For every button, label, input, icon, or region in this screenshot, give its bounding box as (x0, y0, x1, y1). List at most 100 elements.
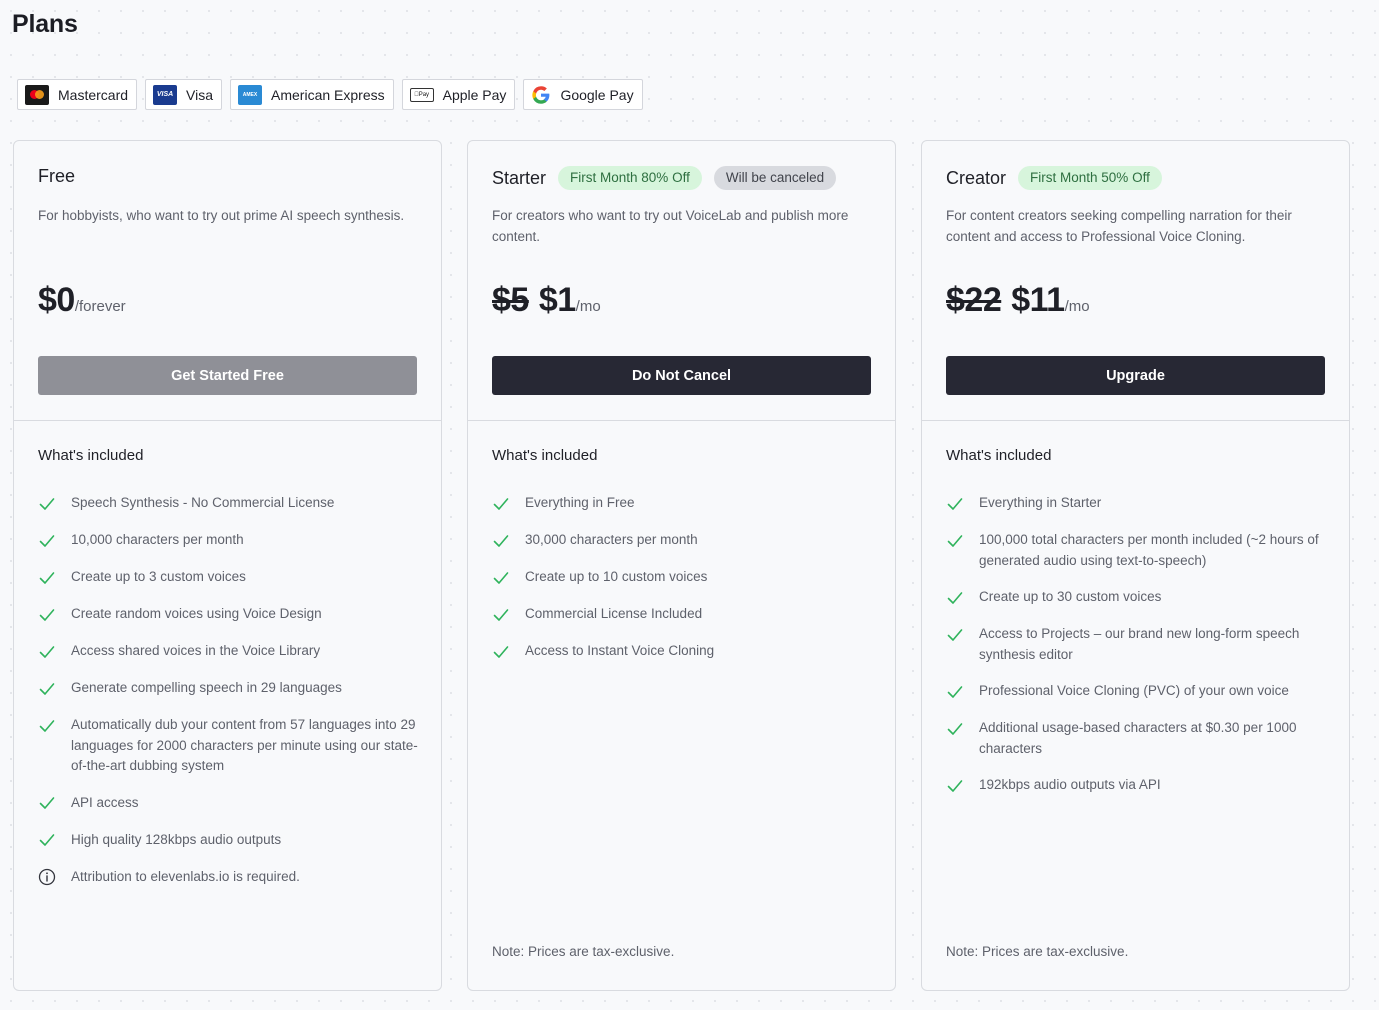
feature-item: High quality 128kbps audio outputs (38, 830, 423, 851)
feature-list: Speech Synthesis - No Commercial License… (38, 493, 423, 904)
feature-text: Create up to 3 custom voices (71, 569, 246, 584)
plan-card-free: Free For hobbyists, who want to try out … (13, 140, 442, 991)
feature-text: Create up to 30 custom voices (979, 589, 1162, 604)
price-current: $11 (1011, 281, 1065, 319)
check-icon (38, 678, 56, 699)
payment-label: Mastercard (58, 86, 129, 103)
feature-item: Generate compelling speech in 29 languag… (38, 678, 423, 699)
feature-item: Speech Synthesis - No Commercial License (38, 493, 423, 514)
feature-item: Attribution to elevenlabs.io is required… (38, 867, 423, 888)
check-icon (38, 830, 56, 851)
payment-apple-pay: Pay Apple Pay (401, 79, 516, 110)
plan-name: Starter (492, 167, 547, 188)
plan-price: $5 $1 /mo (492, 281, 601, 320)
price-current: $0 (38, 281, 75, 319)
feature-item: Everything in Free (492, 493, 877, 514)
feature-item: 192kbps audio outputs via API (946, 775, 1331, 796)
feature-text: Generate compelling speech in 29 languag… (71, 680, 342, 695)
feature-list: Everything in Starter 100,000 total chara… (946, 493, 1331, 812)
page-title: Plans (12, 10, 78, 38)
payment-label: Apple Pay (442, 86, 507, 103)
visa-icon: VISA (153, 84, 178, 105)
check-icon (38, 641, 56, 662)
upgrade-button[interactable]: Upgrade (946, 356, 1325, 395)
feature-item: Access shared voices in the Voice Librar… (38, 641, 423, 662)
check-icon (946, 681, 964, 702)
feature-text: Additional usage-based characters at $0.… (979, 720, 1297, 756)
feature-text: Create up to 10 custom voices (525, 569, 708, 584)
check-icon (38, 715, 56, 736)
feature-item: 10,000 characters per month (38, 530, 423, 551)
feature-text: Access shared voices in the Voice Librar… (71, 643, 321, 658)
feature-item: Everything in Starter (946, 493, 1331, 514)
check-icon (492, 567, 510, 588)
plan-header: Free For hobbyists, who want to try out … (14, 141, 441, 421)
payment-mastercard: Mastercard (17, 79, 138, 110)
included-title: What's included (492, 447, 598, 464)
plan-name: Free (38, 166, 76, 186)
check-icon (38, 567, 56, 588)
feature-item: Automatically dub your content from 57 l… (38, 715, 423, 777)
feature-text: Access to Projects – our brand new long-… (979, 626, 1300, 662)
feature-text: Speech Synthesis - No Commercial License (71, 495, 335, 510)
feature-item: Access to Projects – our brand new long-… (946, 624, 1331, 665)
payment-amex: AMEX American Express (230, 79, 394, 110)
feature-item: 30,000 characters per month (492, 530, 877, 551)
check-icon (492, 493, 510, 514)
price-original: $5 (492, 281, 529, 319)
feature-text: 10,000 characters per month (71, 532, 244, 547)
check-icon (946, 718, 964, 739)
tax-note: Note: Prices are tax-exclusive. (946, 944, 1129, 959)
plan-header: Creator First Month 50% Off For content … (922, 141, 1349, 421)
feature-text: Commercial License Included (525, 606, 703, 621)
plan-description: For hobbyists, who want to try out prime… (38, 208, 405, 223)
apple-pay-icon: Pay (409, 87, 434, 102)
plan-description: For content creators seeking compelling … (946, 208, 1292, 244)
get-started-free-button[interactable]: Get Started Free (38, 356, 417, 395)
check-icon (38, 793, 56, 814)
check-icon (946, 624, 964, 645)
feature-text: Professional Voice Cloning (PVC) of your… (979, 683, 1289, 698)
tax-note: Note: Prices are tax-exclusive. (492, 944, 675, 959)
plan-name: Creator (946, 167, 1007, 188)
check-icon (492, 604, 510, 625)
discount-badge: First Month 50% Off (1018, 166, 1162, 190)
feature-item: Create up to 3 custom voices (38, 567, 423, 588)
feature-item: Create up to 10 custom voices (492, 567, 877, 588)
check-icon (38, 530, 56, 551)
price-unit: /mo (575, 298, 601, 315)
check-icon (492, 530, 510, 551)
price-unit: /forever (74, 298, 126, 315)
price-current: $1 (538, 281, 576, 319)
payment-label: American Express (271, 86, 385, 103)
do-not-cancel-button[interactable]: Do Not Cancel (492, 356, 871, 395)
feature-item: 100,000 total characters per month inclu… (946, 530, 1331, 571)
check-icon (946, 587, 964, 608)
feature-text: 100,000 total characters per month inclu… (979, 532, 1319, 568)
feature-text: Access to Instant Voice Cloning (525, 643, 715, 658)
amex-icon: AMEX (238, 84, 263, 105)
feature-item: Commercial License Included (492, 604, 877, 625)
price-unit: /mo (1064, 298, 1090, 315)
plan-header: Starter First Month 80% Off Will be canc… (468, 141, 895, 421)
included-title: What's included (38, 447, 144, 464)
feature-list: Everything in Free 30,000 characters per … (492, 493, 877, 678)
mastercard-icon (25, 84, 49, 105)
plan-description: For creators who want to try out VoiceLa… (492, 208, 849, 244)
feature-item: Access to Instant Voice Cloning (492, 641, 877, 662)
plan-card-creator: Creator First Month 50% Off For content … (921, 140, 1350, 991)
plan-price: $0 /forever (38, 281, 126, 320)
check-icon (38, 604, 56, 625)
google-icon (532, 85, 550, 104)
plan-price: $22 $11 /mo (946, 281, 1090, 320)
payment-visa: VISA Visa (145, 79, 223, 110)
check-icon (946, 775, 964, 796)
feature-text: Everything in Starter (979, 495, 1102, 510)
feature-item: Create random voices using Voice Design (38, 604, 423, 625)
check-icon (946, 530, 964, 551)
payment-label: Google Pay (560, 86, 634, 103)
feature-text: Automatically dub your content from 57 l… (71, 717, 418, 773)
payment-methods: Mastercard VISA Visa AMEX American Expre… (17, 79, 643, 110)
feature-text: 30,000 characters per month (525, 532, 698, 547)
feature-text: High quality 128kbps audio outputs (71, 831, 282, 847)
